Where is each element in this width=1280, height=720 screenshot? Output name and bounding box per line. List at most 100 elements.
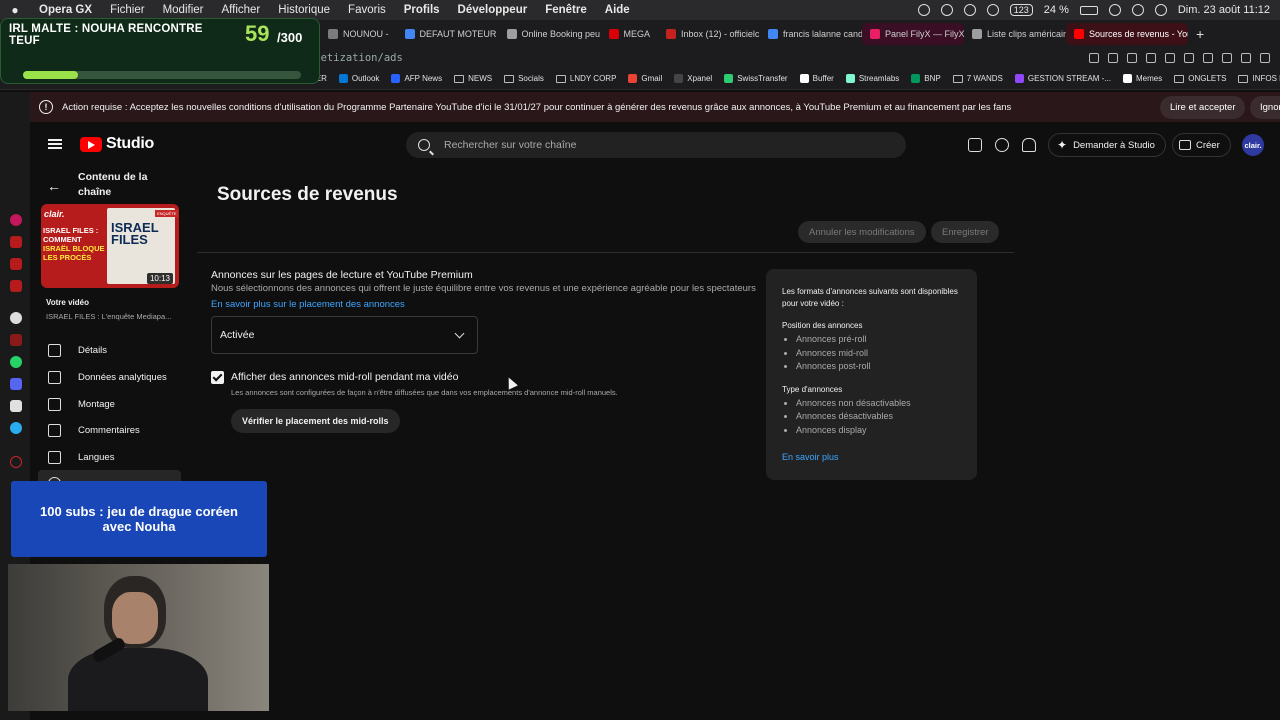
- heart-icon[interactable]: [1184, 53, 1194, 63]
- bookmark-item[interactable]: NEWS: [448, 74, 498, 83]
- close-icon[interactable]: [1146, 53, 1156, 63]
- bookmark-item[interactable]: Gmail: [622, 74, 668, 83]
- channel-content-title[interactable]: Contenu de la chaîne: [78, 170, 178, 200]
- bookmark-item[interactable]: Memes: [1117, 74, 1168, 83]
- nav-analytics-label: Données analytiques: [78, 371, 167, 383]
- tab-4[interactable]: Online Booking peu: [499, 23, 601, 45]
- menu-modifier[interactable]: Modifier: [154, 4, 213, 16]
- status-badge[interactable]: 123: [1009, 4, 1033, 16]
- tab-6[interactable]: Inbox (12) - officielc: [658, 23, 760, 45]
- sidebar-opera-icon[interactable]: [10, 214, 22, 226]
- menu-favoris[interactable]: Favoris: [339, 4, 395, 16]
- avatar[interactable]: clair.: [1242, 134, 1264, 156]
- crop-icon[interactable]: [1108, 53, 1118, 63]
- bookmark-item[interactable]: BNP: [905, 74, 946, 83]
- back-arrow-icon[interactable]: ←: [47, 178, 61, 194]
- bookmark-item[interactable]: Streamlabs: [840, 74, 905, 83]
- apple-icon[interactable]: ●: [0, 3, 30, 17]
- search-input[interactable]: [444, 139, 884, 151]
- save-button[interactable]: Enregistrer: [931, 221, 1000, 243]
- tab-3[interactable]: DEFAUT MOTEUR P: [397, 23, 499, 45]
- menu-afficher[interactable]: Afficher: [212, 4, 269, 16]
- tab-label: NOUNOU -: [343, 29, 389, 39]
- read-and-accept-button[interactable]: Lire et accepter: [1160, 96, 1246, 119]
- battery-percent[interactable]: 24 %: [1044, 4, 1069, 16]
- bookmark-item[interactable]: AFP News: [385, 74, 448, 83]
- bookmark-item[interactable]: 7 WANDS: [947, 74, 1009, 83]
- menu-fichier[interactable]: Fichier: [101, 4, 154, 16]
- bookmark-item[interactable]: Outlook: [333, 74, 386, 83]
- undo-changes-button[interactable]: Annuler les modifications: [798, 221, 926, 243]
- feedback-icon[interactable]: [968, 138, 982, 152]
- tab-10[interactable]: Sources de revenus - YouT: [1066, 23, 1189, 45]
- notifications-icon[interactable]: [1022, 138, 1036, 152]
- sidebar-discord-icon[interactable]: [10, 378, 22, 390]
- shield-icon[interactable]: [1127, 53, 1137, 63]
- bookmark-item[interactable]: INFOS RADIO: [1232, 74, 1280, 83]
- video-thumbnail[interactable]: clair. ISRAEL FILES : COMMENT ISRAËL BLO…: [41, 204, 179, 288]
- sidebar-bag-icon[interactable]: [10, 236, 22, 248]
- bookmark-item[interactable]: SwissTransfer: [718, 74, 793, 83]
- bookmark-label: INFOS RADIO: [1252, 74, 1280, 83]
- sidebar-perplexity-icon[interactable]: [10, 334, 22, 346]
- menu-app-name[interactable]: Opera GX: [30, 4, 101, 16]
- bookmark-item[interactable]: GESTION STREAM -...: [1009, 74, 1117, 83]
- tab-9[interactable]: Liste clips américain: [964, 23, 1066, 45]
- sidebar-telegram-icon[interactable]: [10, 422, 22, 434]
- midroll-label[interactable]: Afficher des annonces mid-roll pendant m…: [231, 371, 458, 383]
- ads-status-dropdown[interactable]: Activée: [211, 316, 478, 354]
- midroll-checkbox[interactable]: [211, 371, 224, 384]
- nav-analytics[interactable]: Données analytiques: [30, 364, 190, 390]
- menu-historique[interactable]: Historique: [269, 4, 339, 16]
- siri-icon[interactable]: [1154, 4, 1167, 16]
- nav-editor[interactable]: Montage: [30, 391, 190, 417]
- ask-studio-button[interactable]: ✦ Demander à Studio: [1048, 133, 1166, 157]
- control-center-icon[interactable]: [1131, 4, 1144, 16]
- bookmark-item[interactable]: Buffer: [794, 74, 840, 83]
- menu-icon[interactable]: [48, 139, 62, 149]
- bookmark-item[interactable]: Socials: [498, 74, 550, 83]
- ai-icon[interactable]: [1260, 53, 1270, 63]
- new-tab-button[interactable]: +: [1188, 26, 1212, 42]
- sidebar-tv-icon[interactable]: [10, 280, 22, 292]
- sidebar-whatsapp-icon[interactable]: [10, 356, 22, 368]
- play-icon[interactable]: [1165, 53, 1175, 63]
- menu-clock[interactable]: Dim. 23 août 11:12: [1178, 4, 1270, 16]
- studio-logo[interactable]: Studio: [80, 135, 154, 153]
- battery-icon[interactable]: [1079, 5, 1098, 15]
- wifi-icon[interactable]: [986, 4, 999, 16]
- status-sync-icon[interactable]: [963, 4, 976, 16]
- search-icon[interactable]: [418, 139, 430, 151]
- battery-saver-icon[interactable]: [1241, 53, 1251, 63]
- create-button[interactable]: Créer: [1172, 133, 1231, 157]
- info-learn-more-link[interactable]: En savoir plus: [782, 452, 839, 462]
- tab-8[interactable]: Panel FilyX — FilyX: [862, 23, 965, 45]
- sidebar-news-icon[interactable]: [10, 258, 22, 270]
- nav-details[interactable]: Détails: [30, 337, 190, 363]
- tab-2[interactable]: NOUNOU -: [320, 23, 397, 45]
- bookmark-item[interactable]: Xpanel: [668, 74, 718, 83]
- screenshot-icon[interactable]: [1089, 53, 1099, 63]
- spotlight-icon[interactable]: [1108, 4, 1121, 16]
- sidebar-record-icon[interactable]: [10, 456, 22, 468]
- menu-fenetre[interactable]: Fenêtre: [536, 4, 596, 16]
- bookmark-item[interactable]: ONGLETS: [1168, 74, 1232, 83]
- sidebar-chatgpt-icon[interactable]: [10, 312, 22, 324]
- tab-7[interactable]: francis lalanne cand: [760, 23, 862, 45]
- menu-aide[interactable]: Aide: [596, 4, 639, 16]
- nav-comments[interactable]: Commentaires: [30, 417, 190, 443]
- status-grid-icon[interactable]: [917, 4, 930, 16]
- verify-midroll-placement-button[interactable]: Vérifier le placement des mid-rolls: [231, 409, 400, 433]
- ignore-button[interactable]: Ignorer: [1250, 96, 1280, 119]
- nav-languages[interactable]: Langues: [30, 444, 190, 470]
- tab-5[interactable]: MEGA: [601, 23, 659, 45]
- status-m-icon[interactable]: [940, 4, 953, 16]
- sidebar-x-icon[interactable]: [10, 400, 22, 412]
- menu-profils[interactable]: Profils: [395, 4, 449, 16]
- extension-icon[interactable]: [1203, 53, 1213, 63]
- help-icon[interactable]: [995, 138, 1009, 152]
- ads-placement-learn-more-link[interactable]: En savoir plus sur le placement des anno…: [211, 299, 405, 310]
- download-icon[interactable]: [1222, 53, 1232, 63]
- bookmark-item[interactable]: LNDY CORP: [550, 74, 623, 83]
- menu-developpeur[interactable]: Développeur: [449, 4, 537, 16]
